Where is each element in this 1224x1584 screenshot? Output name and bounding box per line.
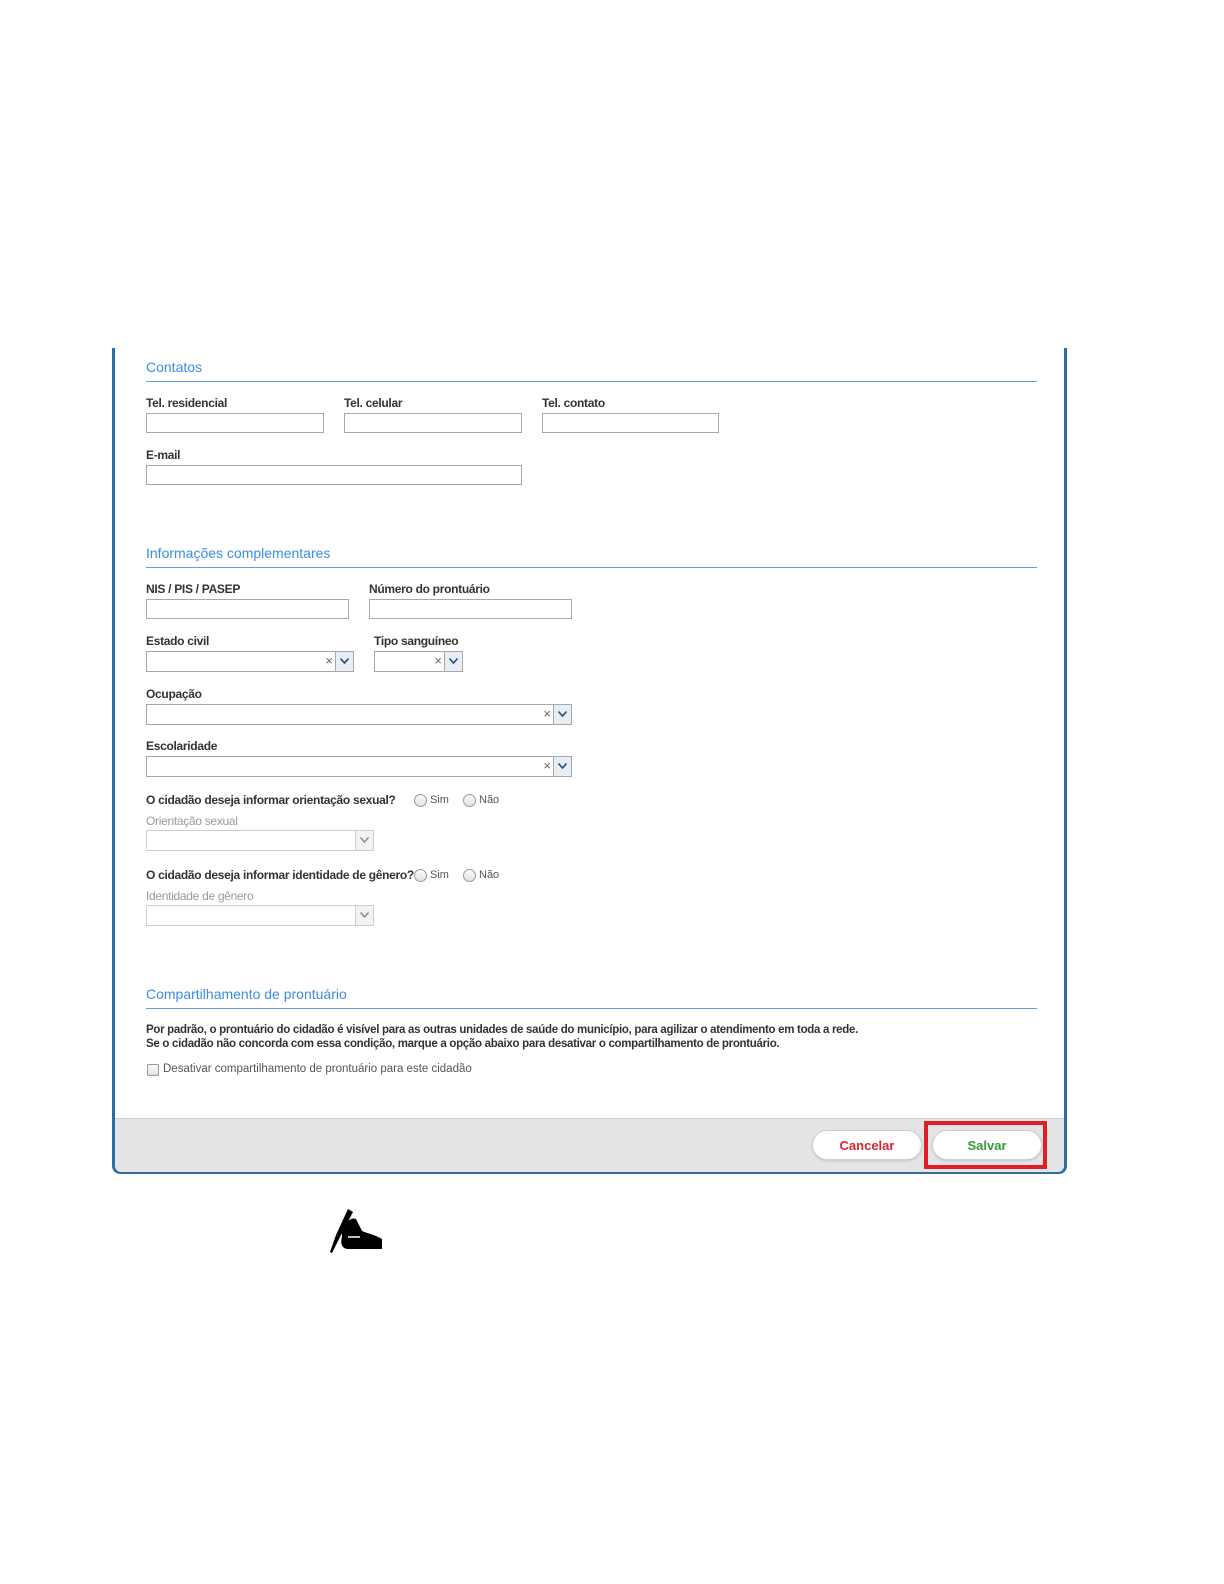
tel-residencial-label: Tel. residencial — [146, 396, 228, 410]
prontuario-label: Número do prontuário — [369, 582, 490, 596]
chevron-down-icon[interactable] — [444, 652, 462, 671]
clear-icon[interactable]: × — [434, 653, 442, 668]
escolaridade-label: Escolaridade — [146, 739, 218, 753]
orientacao-sexual-label: Orientação sexual — [146, 814, 238, 828]
form-footer: Cancelar Salvar — [115, 1118, 1064, 1172]
identidade-nao-label[interactable]: Não — [479, 869, 499, 881]
email-label: E-mail — [146, 448, 181, 462]
tel-residencial-input[interactable] — [146, 413, 324, 433]
orientacao-sexual-select[interactable] — [146, 830, 374, 851]
prontuario-input[interactable] — [369, 599, 572, 619]
section-title-contatos: Contatos — [146, 359, 1037, 382]
orientacao-nao-label[interactable]: Não — [479, 794, 499, 806]
nis-input[interactable] — [146, 599, 349, 619]
clear-icon[interactable]: × — [543, 706, 551, 721]
tipo-sanguineo-select[interactable]: × — [374, 651, 463, 672]
identidade-sim-radio[interactable] — [414, 869, 427, 882]
identidade-genero-select[interactable] — [146, 905, 374, 926]
tel-celular-input[interactable] — [344, 413, 522, 433]
orientacao-sim-label[interactable]: Sim — [430, 794, 449, 806]
chevron-down-icon[interactable] — [355, 906, 373, 925]
orientacao-question: O cidadão deseja informar orientação sex… — [146, 793, 396, 807]
chevron-down-icon[interactable] — [553, 757, 571, 776]
orientacao-sim-radio[interactable] — [414, 794, 427, 807]
tel-contato-label: Tel. contato — [542, 396, 605, 410]
estado-civil-select[interactable]: × — [146, 651, 354, 672]
ocupacao-select[interactable]: × — [146, 704, 572, 725]
chevron-down-icon[interactable] — [355, 831, 373, 850]
identidade-sim-label[interactable]: Sim — [430, 869, 449, 881]
clear-icon[interactable]: × — [325, 653, 333, 668]
estado-civil-label: Estado civil — [146, 634, 210, 648]
desativar-compartilhamento-label[interactable]: Desativar compartilhamento de prontuário… — [163, 1063, 472, 1075]
email-input[interactable] — [146, 465, 522, 485]
chevron-down-icon[interactable] — [335, 652, 353, 671]
nis-label: NIS / PIS / PASEP — [146, 582, 241, 596]
citizen-form-panel: Contatos Tel. residencial Tel. celular T… — [112, 348, 1067, 1174]
identidade-genero-label: Identidade de gênero — [146, 889, 254, 903]
save-highlight-box — [924, 1121, 1047, 1169]
tel-contato-input[interactable] — [542, 413, 719, 433]
section-title-compartilhamento: Compartilhamento de prontuário — [146, 986, 1037, 1009]
chevron-down-icon[interactable] — [553, 705, 571, 724]
desativar-compartilhamento-checkbox[interactable] — [147, 1064, 159, 1076]
identidade-question: O cidadão deseja informar identidade de … — [146, 868, 414, 882]
cancel-button[interactable]: Cancelar — [812, 1130, 922, 1160]
clear-icon[interactable]: × — [543, 758, 551, 773]
compartilhamento-text-2: Se o cidadão não concorda com essa condi… — [146, 1038, 780, 1050]
tipo-sanguineo-label: Tipo sanguíneo — [374, 634, 459, 648]
compartilhamento-text-1: Por padrão, o prontuário do cidadão é vi… — [146, 1024, 858, 1036]
identidade-nao-radio[interactable] — [463, 869, 476, 882]
ocupacao-label: Ocupação — [146, 687, 202, 701]
escolaridade-select[interactable]: × — [146, 756, 572, 777]
orientacao-nao-radio[interactable] — [463, 794, 476, 807]
writing-hand-icon — [326, 1207, 384, 1260]
section-title-informacoes: Informações complementares — [146, 545, 1037, 568]
tel-celular-label: Tel. celular — [344, 396, 403, 410]
